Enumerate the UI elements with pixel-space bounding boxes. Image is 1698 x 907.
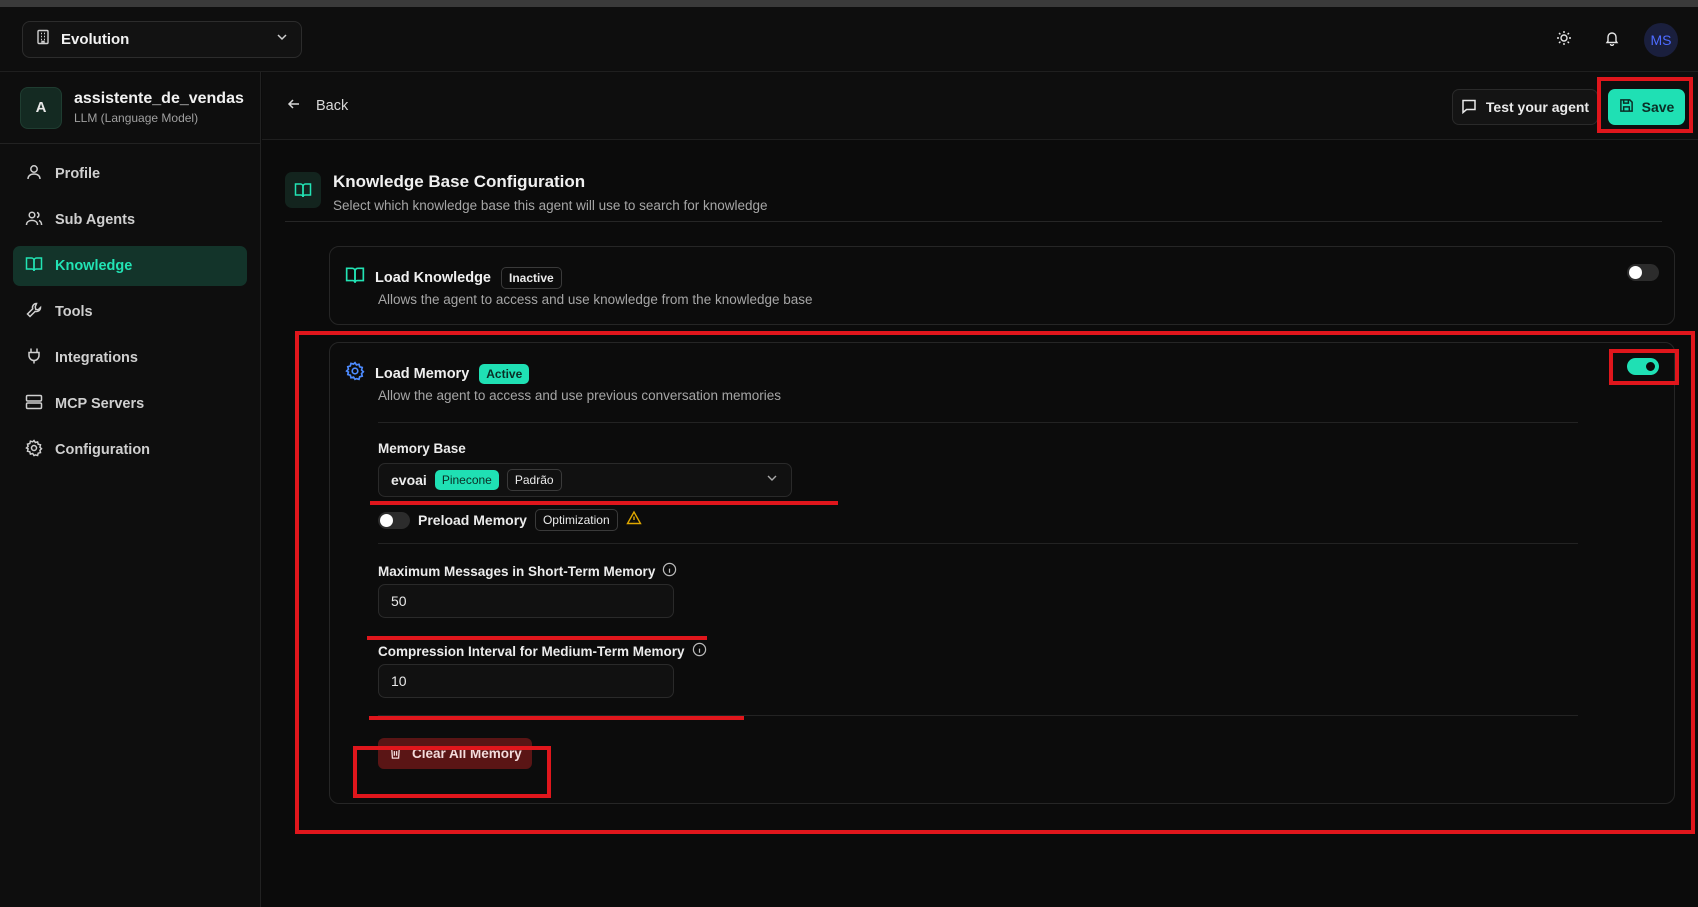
highlight-underline-max-messages xyxy=(367,636,707,640)
sidebar-item-label: Knowledge xyxy=(55,258,133,274)
chevron-down-icon xyxy=(275,30,289,49)
highlight-box-memory-toggle xyxy=(1609,349,1679,385)
server-icon xyxy=(25,393,43,415)
sidebar: A assistente_de_vendas LLM (Language Mod… xyxy=(0,72,261,907)
users-icon xyxy=(25,209,43,231)
sidebar-item-label: Configuration xyxy=(55,442,151,458)
theme-toggle-button[interactable] xyxy=(1548,24,1580,56)
back-button[interactable]: Back xyxy=(286,96,348,116)
notifications-button[interactable] xyxy=(1596,24,1628,56)
highlight-underline-compression xyxy=(369,716,744,720)
agent-name: assistente_de_vendas xyxy=(74,90,244,107)
user-avatar[interactable]: MS xyxy=(1644,23,1678,57)
sun-icon xyxy=(1556,30,1572,51)
back-label: Back xyxy=(316,98,349,114)
sidebar-item-label: Profile xyxy=(55,166,101,182)
book-icon xyxy=(25,255,43,277)
sidebar-item-integrations[interactable]: Integrations xyxy=(13,338,247,378)
section-header: Knowledge Base Configuration Select whic… xyxy=(285,172,768,213)
plug-icon xyxy=(25,347,43,369)
wrench-icon xyxy=(25,301,43,323)
test-agent-label: Test your agent xyxy=(1485,99,1590,115)
sidebar-item-knowledge[interactable]: Knowledge xyxy=(13,246,247,286)
sidebar-item-sub-agents[interactable]: Sub Agents xyxy=(13,200,247,240)
org-selector[interactable]: Evolution xyxy=(22,21,302,58)
highlight-box-save xyxy=(1597,77,1693,133)
gear-icon xyxy=(25,439,43,461)
agent-header: A assistente_de_vendas LLM (Language Mod… xyxy=(0,72,260,144)
divider xyxy=(285,221,1662,222)
load-knowledge-title: Load Knowledge xyxy=(375,269,491,286)
load-knowledge-card: Load Knowledge Inactive Allows the agent… xyxy=(329,246,1675,325)
sidebar-item-label: Tools xyxy=(55,304,93,320)
user-icon xyxy=(25,163,43,185)
sidebar-item-profile[interactable]: Profile xyxy=(13,154,247,194)
test-agent-button[interactable]: Test your agent xyxy=(1452,89,1598,125)
building-icon xyxy=(35,29,51,50)
agent-type: LLM (Language Model) xyxy=(74,111,199,125)
load-knowledge-toggle[interactable] xyxy=(1627,264,1659,281)
page-subtitle: Select which knowledge base this agent w… xyxy=(333,198,768,213)
top-bar: Evolution MS xyxy=(0,7,1698,72)
arrow-left-icon xyxy=(286,96,302,116)
sidebar-item-mcp-servers[interactable]: MCP Servers xyxy=(13,384,247,424)
sidebar-item-label: Sub Agents xyxy=(55,212,136,228)
sidebar-item-tools[interactable]: Tools xyxy=(13,292,247,332)
sidebar-item-label: MCP Servers xyxy=(55,396,145,412)
book-icon xyxy=(345,265,365,290)
org-name: Evolution xyxy=(61,31,130,48)
sidebar-nav: Profile Sub Agents Knowledge Tools Integ… xyxy=(0,144,260,486)
highlight-underline-memory-base xyxy=(370,501,838,505)
message-square-icon xyxy=(1461,98,1477,117)
bell-icon xyxy=(1604,30,1620,51)
book-icon xyxy=(285,172,321,208)
highlight-box-clear-memory xyxy=(353,746,551,798)
page-title: Knowledge Base Configuration xyxy=(333,172,586,191)
status-badge: Inactive xyxy=(501,266,562,289)
window-top-strip xyxy=(0,0,1698,7)
sidebar-item-configuration[interactable]: Configuration xyxy=(13,430,247,470)
main-header: Back Test your agent Save xyxy=(262,72,1698,140)
sidebar-item-label: Integrations xyxy=(55,350,138,366)
agent-avatar: A xyxy=(20,86,62,129)
load-knowledge-description: Allows the agent to access and use knowl… xyxy=(378,292,813,307)
